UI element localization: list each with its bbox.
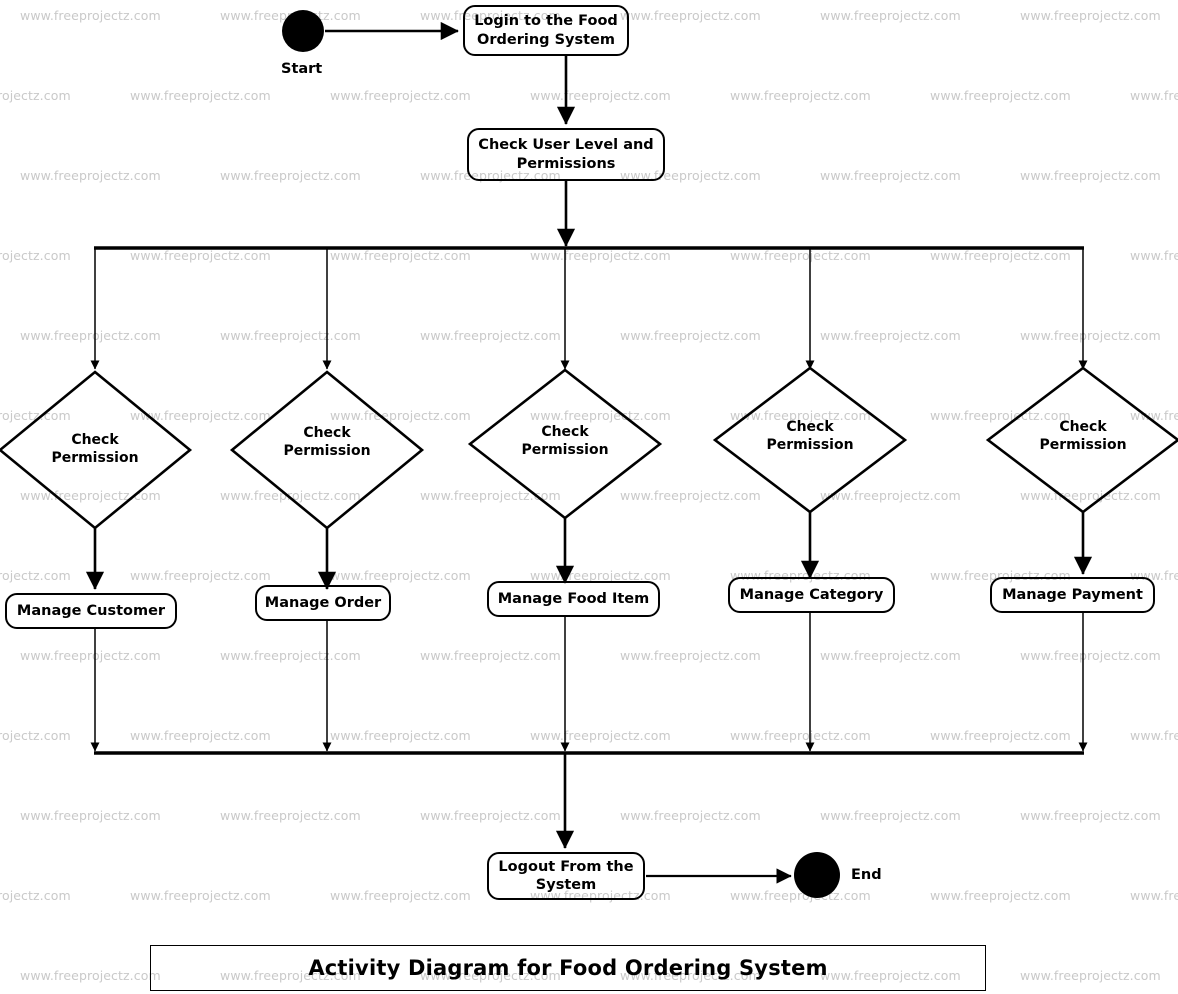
decision-label-3: Check Permission <box>521 424 609 458</box>
decision-label-5: Check Permission <box>1039 419 1127 453</box>
action-login-label: Login to the Food Ordering System <box>474 13 618 48</box>
action-manage-payment[interactable]: Manage Payment <box>990 577 1155 613</box>
diagram-title-frame: Activity Diagram for Food Ordering Syste… <box>150 945 986 991</box>
action-manage-customer[interactable]: Manage Customer <box>5 593 177 629</box>
decision-label-1: Check Permission <box>51 432 139 466</box>
decision-label-4: Check Permission <box>766 419 854 453</box>
action-manage-customer-label: Manage Customer <box>16 602 166 619</box>
node-layer: Start Login to the Food Ordering System … <box>0 0 1178 994</box>
action-manage-order-label: Manage Order <box>264 594 382 611</box>
action-manage-order[interactable]: Manage Order <box>255 585 391 621</box>
end-node-label: End <box>851 867 882 883</box>
action-logout[interactable]: Logout From the System <box>487 852 645 900</box>
action-manage-payment-label: Manage Payment <box>1002 586 1143 603</box>
action-logout-label: Logout From the System <box>498 858 634 893</box>
action-check-user-level[interactable]: Check User Level and Permissions <box>467 128 665 181</box>
start-node-label: Start <box>281 61 323 77</box>
action-manage-food-item[interactable]: Manage Food Item <box>487 581 660 617</box>
decision-label-2: Check Permission <box>283 425 371 459</box>
action-manage-food-item-label: Manage Food Item <box>497 590 650 607</box>
action-manage-category[interactable]: Manage Category <box>728 577 895 613</box>
action-manage-category-label: Manage Category <box>739 586 884 603</box>
action-check-user-level-label: Check User Level and Permissions <box>478 137 654 172</box>
end-node[interactable] <box>794 852 840 898</box>
start-node[interactable] <box>282 10 324 52</box>
diagram-title: Activity Diagram for Food Ordering Syste… <box>308 956 828 980</box>
activity-diagram-canvas: www.freeprojectz.com www.freeprojectz.com… <box>0 0 1178 994</box>
action-login[interactable]: Login to the Food Ordering System <box>463 5 629 56</box>
